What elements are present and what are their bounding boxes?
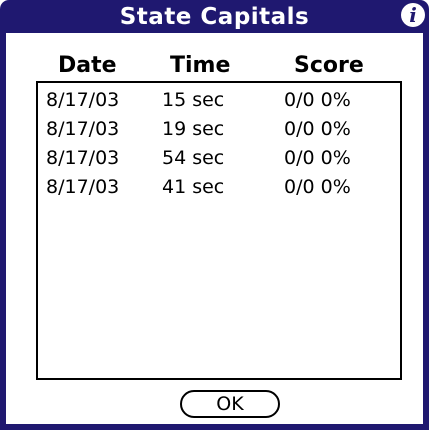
list-row[interactable]: 8/17/03 15 sec 0/0 0%: [38, 85, 400, 115]
row-date: 8/17/03: [46, 118, 120, 140]
ok-button[interactable]: OK: [180, 390, 280, 418]
column-header-time: Time: [170, 53, 231, 78]
list-row[interactable]: 8/17/03 41 sec 0/0 0%: [38, 172, 400, 202]
list-row[interactable]: 8/17/03 19 sec 0/0 0%: [38, 114, 400, 144]
list-row[interactable]: 8/17/03 54 sec 0/0 0%: [38, 143, 400, 173]
score-list[interactable]: 8/17/03 15 sec 0/0 0% 8/17/03 19 sec 0/0…: [36, 81, 402, 380]
frame-right-border: [423, 33, 429, 430]
row-date: 8/17/03: [46, 147, 120, 169]
row-date: 8/17/03: [46, 89, 120, 111]
row-score: 0/0 0%: [284, 118, 351, 140]
row-time: 15 sec: [162, 89, 225, 111]
row-date: 8/17/03: [46, 176, 120, 198]
column-header-date: Date: [58, 53, 117, 78]
row-score: 0/0 0%: [284, 176, 351, 198]
column-header-score: Score: [294, 53, 364, 78]
info-icon[interactable]: i: [401, 3, 425, 27]
frame-bottom-border: [0, 424, 429, 430]
row-score: 0/0 0%: [284, 147, 351, 169]
row-score: 0/0 0%: [284, 89, 351, 111]
row-time: 19 sec: [162, 118, 225, 140]
title-bar: State Capitals i: [0, 0, 429, 33]
score-history-dialog: State Capitals i Date Time Score 8/17/03…: [0, 0, 429, 430]
frame-left-border: [0, 33, 6, 430]
row-time: 41 sec: [162, 176, 225, 198]
dialog-title: State Capitals: [119, 4, 310, 30]
row-time: 54 sec: [162, 147, 225, 169]
